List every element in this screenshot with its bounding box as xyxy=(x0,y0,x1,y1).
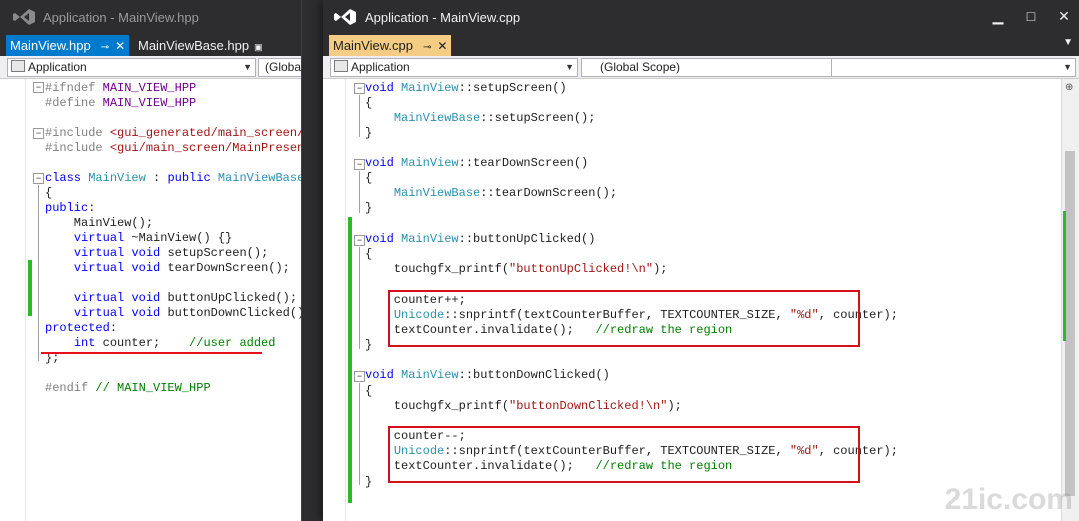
tab-label: MainView.hpp xyxy=(10,38,91,53)
collapse-toggle[interactable]: − xyxy=(354,159,365,170)
code-line: } xyxy=(365,475,373,489)
vertical-scrollbar[interactable]: ⊕ xyxy=(1061,79,1079,521)
chevron-down-icon: ▼ xyxy=(565,62,574,72)
lock-icon: ▣ xyxy=(254,42,263,52)
highlight-underline xyxy=(41,352,262,354)
code-line: { xyxy=(365,384,373,398)
right-title-bar[interactable]: Application - MainView.cpp ▁ □ ✕ xyxy=(323,0,1079,34)
chevron-down-icon: ▼ xyxy=(243,62,252,72)
code-line: MainViewBase::setupScreen(); xyxy=(393,111,596,125)
collapse-toggle[interactable]: − xyxy=(354,235,365,246)
right-tab-strip: MainView.cpp ⊸ ✕ ▼ xyxy=(323,34,1079,58)
code-line: class MainView : public MainViewBase xyxy=(45,171,302,185)
pin-icon[interactable]: ⊸ xyxy=(101,42,109,53)
code-line: void MainView::buttonDownClicked() xyxy=(365,368,610,382)
project-dropdown[interactable]: Application ▼ xyxy=(330,58,578,77)
code-line: virtual void buttonDownClicked(); xyxy=(73,306,302,320)
collapse-toggle[interactable]: − xyxy=(33,82,44,93)
highlight-box xyxy=(388,290,860,347)
code-line: virtual ~MainView() {} xyxy=(73,231,233,245)
code-line: #endif // MAIN_VIEW_HPP xyxy=(45,381,211,395)
tab-mainviewbase-hpp[interactable]: MainViewBase.hpp ▣ xyxy=(134,35,267,56)
code-line: } xyxy=(365,338,373,352)
code-line: void MainView::tearDownScreen() xyxy=(365,156,589,170)
code-line: virtual void setupScreen(); xyxy=(73,246,269,260)
tab-mainview-hpp[interactable]: MainView.hpp ⊸ ✕ xyxy=(6,35,130,56)
code-line: { xyxy=(45,186,53,200)
split-icon[interactable]: ⊕ xyxy=(1065,82,1073,93)
code-line: MainView(); xyxy=(45,216,154,230)
scope-name: (Global xyxy=(265,60,302,74)
pin-icon[interactable]: ⊸ xyxy=(423,42,431,53)
left-window-title: Application - MainView.hpp xyxy=(43,10,199,25)
code-line: MainViewBase::tearDownScreen(); xyxy=(393,186,618,200)
change-indicator xyxy=(348,217,352,503)
scope-dropdown[interactable]: (Global xyxy=(258,58,302,77)
change-indicator xyxy=(28,260,32,316)
left-navigation-bar: Application ▼ (Global xyxy=(0,56,301,79)
scope-dropdown[interactable]: (Global Scope) ▼ xyxy=(581,58,845,77)
code-line: { xyxy=(365,247,373,261)
left-title-bar[interactable]: Application - MainView.hpp xyxy=(0,0,301,34)
project-icon xyxy=(334,60,348,72)
project-dropdown[interactable]: Application ▼ xyxy=(7,58,256,77)
change-marker xyxy=(1063,211,1066,341)
code-line: void MainView::buttonUpClicked() xyxy=(365,232,596,246)
right-navigation-bar: Application ▼ (Global Scope) ▼ ▼ xyxy=(323,56,1079,79)
highlight-box xyxy=(388,426,860,483)
fold-guide xyxy=(359,383,360,485)
code-line: } xyxy=(365,126,373,140)
code-line: #include <gui_generated/main_screen/Main… xyxy=(45,126,301,140)
code-line: { xyxy=(365,171,373,185)
close-icon[interactable]: ✕ xyxy=(437,39,447,53)
code-line: virtual void buttonUpClicked(); xyxy=(73,291,298,305)
editor-margin xyxy=(25,79,26,521)
code-line: } xyxy=(365,201,373,215)
right-editor-window: Application - MainView.cpp ▁ □ ✕ MainVie… xyxy=(323,0,1079,521)
fold-guide xyxy=(359,171,360,213)
visual-studio-logo-icon xyxy=(13,9,35,25)
tab-label: MainViewBase.hpp xyxy=(138,38,250,53)
maximize-icon[interactable]: □ xyxy=(1020,6,1042,26)
fold-guide xyxy=(359,95,360,137)
scrollbar-thumb[interactable] xyxy=(1065,151,1075,496)
code-line: public: xyxy=(45,201,96,215)
project-name: Application xyxy=(351,60,410,74)
code-line: #ifndef MAIN_VIEW_HPP xyxy=(45,81,197,95)
code-line: protected: xyxy=(45,321,118,335)
project-icon xyxy=(11,60,25,72)
left-code-editor[interactable]: − − − #ifndef MAIN_VIEW_HPP #define MAIN… xyxy=(0,79,301,521)
chevron-down-icon: ▼ xyxy=(1063,62,1072,72)
member-dropdown[interactable]: ▼ xyxy=(831,58,1076,77)
left-editor-window: Application - MainView.hpp MainView.hpp ⊸… xyxy=(0,0,302,521)
code-line: #define MAIN_VIEW_HPP xyxy=(45,96,197,110)
right-window-title: Application - MainView.cpp xyxy=(365,10,521,25)
close-icon[interactable]: ✕ xyxy=(1053,6,1075,26)
collapse-toggle[interactable]: − xyxy=(354,83,365,94)
code-line: { xyxy=(365,96,373,110)
collapse-toggle[interactable]: − xyxy=(354,371,365,382)
code-line: virtual void tearDownScreen(); xyxy=(73,261,290,275)
watermark: 21ic.com xyxy=(944,483,1073,516)
code-line: int counter; //user added xyxy=(73,336,276,350)
minimize-icon[interactable]: ▁ xyxy=(987,6,1009,26)
tab-label: MainView.cpp xyxy=(333,38,413,53)
fold-guide xyxy=(359,247,360,349)
scope-name: (Global Scope) xyxy=(600,60,681,74)
visual-studio-logo-icon xyxy=(334,9,356,25)
collapse-toggle[interactable]: − xyxy=(33,173,44,184)
editor-margin xyxy=(345,79,346,521)
code-line: touchgfx_printf("buttonUpClicked!\n"); xyxy=(365,262,668,276)
fold-guide xyxy=(38,185,39,361)
left-tab-strip: MainView.hpp ⊸ ✕ MainViewBase.hpp ▣ xyxy=(0,34,301,58)
close-icon[interactable]: ✕ xyxy=(115,39,125,53)
code-line: void MainView::setupScreen() xyxy=(365,81,567,95)
project-name: Application xyxy=(28,60,87,74)
collapse-toggle[interactable]: − xyxy=(33,128,44,139)
right-code-editor[interactable]: − − − − void MainView::setupScreen() { M… xyxy=(323,79,1079,521)
code-line: touchgfx_printf("buttonDownClicked!\n"); xyxy=(365,399,682,413)
chevron-down-icon[interactable]: ▼ xyxy=(1063,37,1073,48)
tab-mainview-cpp[interactable]: MainView.cpp ⊸ ✕ xyxy=(329,35,452,56)
code-line: #include <gui/main_screen/MainPresenter.… xyxy=(45,141,301,155)
